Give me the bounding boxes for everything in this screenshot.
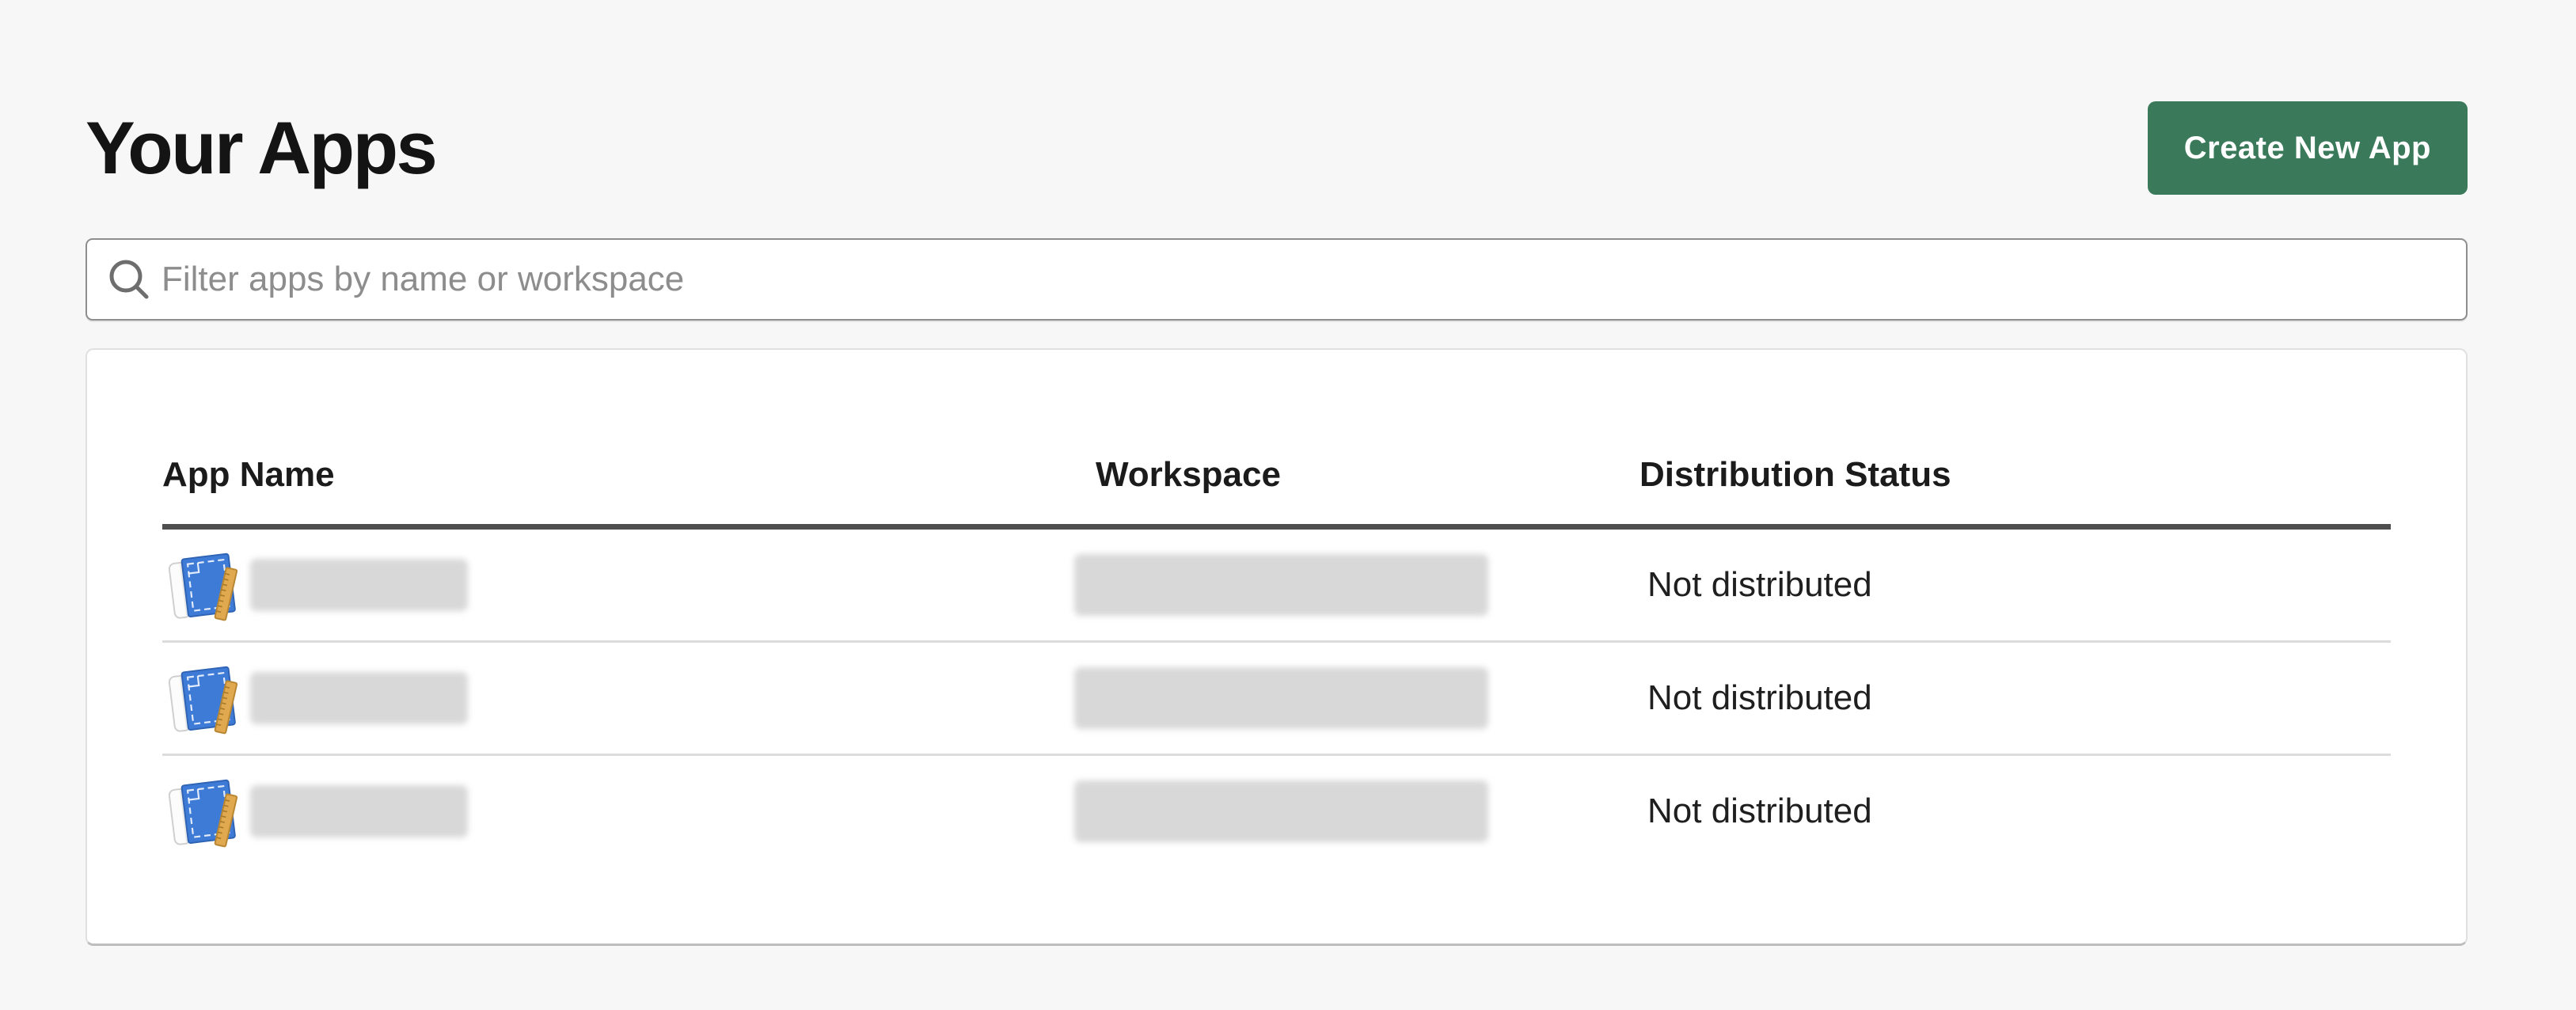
default-app-icon bbox=[164, 774, 239, 849]
app-name-cell bbox=[162, 661, 1096, 736]
default-app-icon bbox=[164, 548, 239, 623]
filter-apps-searchbar[interactable] bbox=[85, 238, 2468, 321]
distribution-status-cell: Not distributed bbox=[1639, 564, 2391, 606]
app-name-redacted bbox=[250, 785, 468, 837]
distribution-status-text: Not distributed bbox=[1647, 792, 1872, 830]
default-app-icon bbox=[164, 661, 239, 736]
app-table-row[interactable]: Not distributed bbox=[162, 530, 2391, 643]
column-header-app-name: App Name bbox=[162, 454, 1096, 496]
workspace-cell bbox=[1096, 780, 1639, 842]
workspace-cell bbox=[1096, 667, 1639, 729]
workspace-cell bbox=[1096, 554, 1639, 616]
apps-table-card: App Name Workspace Distribution Status N… bbox=[85, 348, 2468, 946]
app-name-cell bbox=[162, 774, 1096, 849]
page-header: Your Apps Create New App bbox=[85, 101, 2468, 195]
distribution-status-text: Not distributed bbox=[1647, 678, 1872, 717]
app-name-cell bbox=[162, 548, 1096, 623]
apps-table-body: Not distributed Not distributed Not dist bbox=[162, 530, 2391, 867]
workspace-redacted bbox=[1074, 667, 1488, 729]
distribution-status-text: Not distributed bbox=[1647, 565, 1872, 604]
page-title: Your Apps bbox=[85, 101, 435, 195]
search-input[interactable] bbox=[160, 243, 2450, 316]
app-table-row[interactable]: Not distributed bbox=[162, 756, 2391, 867]
create-new-app-button[interactable]: Create New App bbox=[2148, 101, 2468, 195]
distribution-status-cell: Not distributed bbox=[1639, 678, 2391, 719]
app-name-redacted bbox=[250, 559, 468, 611]
search-icon bbox=[106, 256, 152, 302]
apps-table-header: App Name Workspace Distribution Status bbox=[162, 350, 2391, 530]
workspace-redacted bbox=[1074, 554, 1488, 616]
app-name-redacted bbox=[250, 672, 468, 724]
column-header-distribution-status: Distribution Status bbox=[1639, 454, 2391, 496]
distribution-status-cell: Not distributed bbox=[1639, 791, 2391, 832]
app-table-row[interactable]: Not distributed bbox=[162, 643, 2391, 756]
workspace-redacted bbox=[1074, 780, 1488, 842]
column-header-workspace: Workspace bbox=[1096, 454, 1639, 496]
